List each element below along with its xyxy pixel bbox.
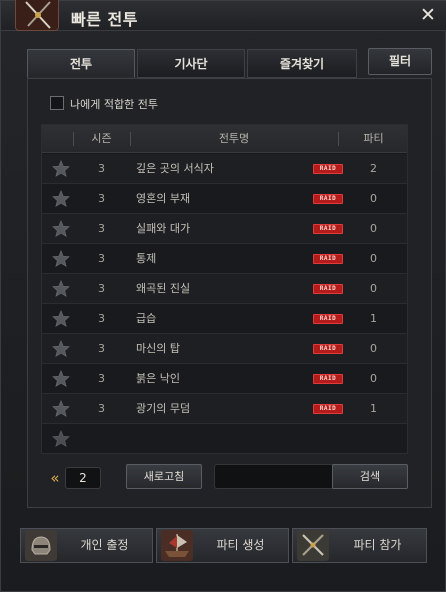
tab-bar: 전투 기사단 즐겨찾기 bbox=[27, 49, 357, 78]
battle-name-cell: 마신의 탑 bbox=[136, 342, 180, 355]
favorite-star-icon[interactable] bbox=[52, 160, 70, 177]
tab-favorites[interactable]: 즐겨찾기 bbox=[247, 49, 357, 78]
battle-name-cell: 깊은 곳의 서식자 bbox=[136, 162, 214, 175]
table-row[interactable]: 3 광기의 무덤 RAID 1 bbox=[42, 394, 407, 424]
battle-name-cell: 실패와 대가 bbox=[136, 222, 191, 235]
season-cell: 3 bbox=[98, 252, 105, 265]
create-party-button[interactable]: 파티 생성 bbox=[156, 528, 289, 563]
join-party-button[interactable]: 파티 참가 bbox=[292, 528, 427, 563]
party-count-cell: 0 bbox=[370, 192, 377, 205]
favorite-star-icon[interactable] bbox=[52, 370, 70, 387]
battle-list-panel: 나에게 적합한 전투 시즌 전투명 파티 3 깊은 곳의 서식자 RAID 2 bbox=[27, 78, 432, 508]
table-row[interactable]: 3 실패와 대가 RAID 0 bbox=[42, 214, 407, 244]
favorite-star-icon[interactable] bbox=[52, 190, 70, 207]
party-count-cell: 0 bbox=[370, 252, 377, 265]
column-header-season[interactable]: 시즌 bbox=[74, 125, 129, 153]
party-count-cell: 2 bbox=[370, 162, 377, 175]
season-cell: 3 bbox=[98, 282, 105, 295]
search-input[interactable] bbox=[214, 464, 339, 489]
favorite-star-icon[interactable] bbox=[52, 220, 70, 237]
table-row[interactable]: 3 급습 RAID 1 bbox=[42, 304, 407, 334]
season-cell: 3 bbox=[98, 342, 105, 355]
column-header-name[interactable]: 전투명 bbox=[130, 125, 338, 153]
search-button[interactable]: 검색 bbox=[332, 464, 408, 489]
ship-icon bbox=[161, 530, 193, 561]
suitable-battle-checkbox[interactable] bbox=[50, 96, 64, 110]
season-cell: 3 bbox=[98, 162, 105, 175]
solo-sortie-label: 개인 출정 bbox=[80, 538, 129, 552]
favorite-star-icon[interactable] bbox=[52, 250, 70, 267]
table-header: 시즌 전투명 파티 bbox=[42, 125, 407, 153]
battle-name-cell: 영혼의 부재 bbox=[136, 192, 191, 205]
window-title: 빠른 전투 bbox=[71, 10, 138, 29]
favorite-star-icon bbox=[52, 430, 70, 447]
party-count-cell: 1 bbox=[370, 402, 377, 415]
battle-name-cell: 통제 bbox=[136, 252, 157, 265]
crossed-swords-icon bbox=[297, 530, 329, 561]
helmet-icon bbox=[25, 530, 57, 561]
season-cell: 3 bbox=[98, 372, 105, 385]
party-count-cell: 0 bbox=[370, 342, 377, 355]
favorite-star-icon[interactable] bbox=[52, 400, 70, 417]
table-row[interactable]: 3 통제 RAID 0 bbox=[42, 244, 407, 274]
solo-sortie-button[interactable]: 개인 출정 bbox=[20, 528, 153, 563]
table-row-empty bbox=[42, 424, 407, 453]
column-divider bbox=[73, 132, 74, 146]
battle-name-cell: 광기의 무덤 bbox=[136, 402, 191, 415]
page-number: 2 bbox=[65, 467, 101, 489]
party-count-cell: 0 bbox=[370, 282, 377, 295]
table-row[interactable]: 3 붉은 낙인 RAID 0 bbox=[42, 364, 407, 394]
suitable-battle-label: 나에게 적합한 전투 bbox=[70, 98, 158, 111]
filter-button[interactable]: 필터 bbox=[368, 48, 432, 75]
battle-name-cell: 급습 bbox=[136, 312, 157, 325]
crossed-swords-emblem-icon bbox=[15, 0, 59, 31]
season-cell: 3 bbox=[98, 402, 105, 415]
close-button[interactable]: ✕ bbox=[417, 4, 439, 26]
table-row[interactable]: 3 마신의 탑 RAID 0 bbox=[42, 334, 407, 364]
quick-battle-window: 빠른 전투 ✕ 전투 기사단 즐겨찾기 필터 나에게 적합한 전투 시즌 전투명… bbox=[0, 0, 446, 592]
battle-name-cell: 붉은 낙인 bbox=[136, 372, 180, 385]
favorite-star-icon[interactable] bbox=[52, 310, 70, 327]
tab-guild[interactable]: 기사단 bbox=[137, 49, 245, 78]
party-count-cell: 0 bbox=[370, 372, 377, 385]
battle-name-cell: 왜곡된 진실 bbox=[136, 282, 191, 295]
create-party-label: 파티 생성 bbox=[216, 538, 265, 552]
tab-battle[interactable]: 전투 bbox=[27, 49, 135, 78]
table-row[interactable]: 3 깊은 곳의 서식자 RAID 2 bbox=[42, 154, 407, 184]
refresh-button[interactable]: 새로고침 bbox=[126, 464, 202, 489]
season-cell: 3 bbox=[98, 222, 105, 235]
favorite-star-icon[interactable] bbox=[52, 340, 70, 357]
join-party-label: 파티 참가 bbox=[353, 538, 402, 552]
favorite-star-icon[interactable] bbox=[52, 280, 70, 297]
season-cell: 3 bbox=[98, 312, 105, 325]
title-bar[interactable]: 빠른 전투 ✕ bbox=[1, 0, 446, 31]
table-row[interactable]: 3 왜곡된 진실 RAID 0 bbox=[42, 274, 407, 304]
table-row[interactable]: 3 영혼의 부재 RAID 0 bbox=[42, 184, 407, 214]
party-count-cell: 1 bbox=[370, 312, 377, 325]
battle-table: 시즌 전투명 파티 3 깊은 곳의 서식자 RAID 2 3 영혼의 부재 RA… bbox=[41, 124, 408, 454]
prev-page-button[interactable]: « bbox=[48, 467, 62, 489]
season-cell: 3 bbox=[98, 192, 105, 205]
column-header-party[interactable]: 파티 bbox=[338, 125, 407, 153]
party-count-cell: 0 bbox=[370, 222, 377, 235]
